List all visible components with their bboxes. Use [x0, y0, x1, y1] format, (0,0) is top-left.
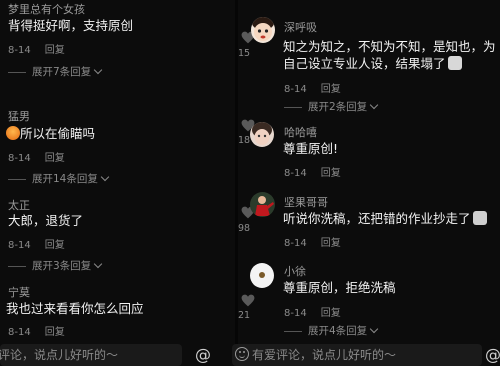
comment-text-row: 所以在偷瞄吗	[6, 125, 95, 142]
right-comment-pane: 15 深呼吸 知之为知之，不知为不知，是知也，为 自己设立专业人设，结果塌了 8…	[238, 0, 500, 340]
comment-meta: 8-14 回复	[284, 304, 341, 319]
mention-at-button[interactable]: @	[485, 344, 500, 366]
comment-date: 8-14	[8, 240, 31, 251]
smile-mouth	[239, 354, 245, 358]
reply-button[interactable]: 回复	[45, 327, 65, 338]
cat-emoji-icon	[447, 56, 462, 70]
comment-date: 8-14	[284, 308, 307, 319]
comment-meta: 8-14 回复	[284, 234, 341, 249]
comment-username[interactable]: 小徐	[284, 263, 306, 279]
smile-emoji-icon[interactable]	[235, 347, 249, 361]
chevron-down-icon	[369, 100, 379, 110]
user-avatar[interactable]	[251, 17, 275, 43]
comment-meta: 8-14 回复	[8, 323, 65, 338]
comment-text: 听说你洗稿，还把错的作业抄走了	[283, 211, 471, 226]
expand-replies-button[interactable]: 展开4条回复	[284, 323, 379, 338]
comment-text: 我也过来看看你怎么回应	[6, 301, 144, 316]
left-comment-pane: 梦里总有个女孩 背得挺好啊，支持原创 8-14 回复 展开7条回复 猛男 所以在偷…	[0, 0, 235, 340]
comment-text: 尊重原创，拒绝洗稿	[283, 280, 396, 295]
reply-button[interactable]: 回复	[45, 153, 65, 164]
reply-button[interactable]: 回复	[321, 308, 341, 319]
smile-eye-right	[243, 351, 245, 353]
comment-text: 所以在偷瞄吗	[20, 126, 96, 141]
expand-replies-button[interactable]: 展开7条回复	[8, 64, 103, 79]
user-avatar[interactable]	[250, 263, 274, 288]
expand-line-divider	[284, 330, 302, 332]
like-count: 98	[238, 223, 251, 234]
like-count: 18	[238, 135, 251, 146]
comment-input-placeholder: 评论，说点儿好听的～	[0, 348, 119, 362]
reply-button[interactable]: 回复	[321, 84, 341, 95]
user-avatar[interactable]	[250, 192, 275, 217]
expand-replies-label: 展开14条回复	[32, 173, 98, 185]
reply-button[interactable]: 回复	[321, 168, 341, 179]
expand-replies-label: 展开3条回复	[32, 260, 92, 272]
expand-replies-button[interactable]: 展开2条回复	[284, 99, 379, 114]
emoji-icon	[6, 126, 20, 140]
comment-text-row: 自己设立专业人设，结果塌了	[283, 55, 462, 72]
like-count: 21	[238, 310, 251, 321]
like-heart-icon[interactable]	[241, 294, 255, 307]
user-avatar[interactable]	[250, 122, 274, 147]
cat-emoji-icon	[472, 211, 487, 225]
expand-replies-label: 展开4条回复	[308, 325, 368, 337]
reply-button[interactable]: 回复	[45, 45, 65, 56]
avatar-face-icon	[252, 17, 274, 41]
comment-date: 8-14	[8, 153, 31, 164]
comment-username[interactable]: 猛男	[8, 108, 30, 124]
comment-text: 自己设立专业人设，结果塌了	[283, 56, 446, 71]
avatar-logo-icon	[259, 272, 265, 278]
expand-line-divider	[8, 71, 26, 73]
expand-line-divider	[8, 265, 26, 267]
comment-username[interactable]: 梦里总有个女孩	[8, 1, 85, 17]
avatar-person-icon	[250, 192, 275, 217]
comment-text: 知之为知之，不知为不知，是知也，为	[283, 39, 496, 54]
comment-date: 8-14	[284, 168, 307, 179]
comment-username[interactable]: 哈哈嘻	[284, 124, 317, 140]
comment-input-right[interactable]: 有爱评论，说点儿好听的～	[232, 344, 482, 366]
comment-date: 8-14	[284, 238, 307, 249]
expand-line-divider	[8, 178, 26, 180]
comment-meta: 8-14 回复	[8, 149, 65, 164]
comment-input-placeholder: 有爱评论，说点儿好听的～	[252, 348, 397, 362]
smile-eye-left	[239, 351, 241, 353]
chevron-down-icon	[369, 324, 379, 334]
expand-replies-button[interactable]: 展开14条回复	[8, 171, 110, 186]
mention-at-button[interactable]: @	[195, 344, 211, 366]
comment-date: 8-14	[8, 327, 31, 338]
reply-button[interactable]: 回复	[45, 240, 65, 251]
comment-date: 8-14	[284, 84, 307, 95]
comment-username[interactable]: 坚果哥哥	[284, 194, 328, 210]
comment-meta: 8-14 回复	[8, 41, 65, 56]
expand-replies-label: 展开7条回复	[32, 66, 92, 78]
comment-text: 背得挺好啊，支持原创	[8, 18, 134, 33]
expand-replies-label: 展开2条回复	[308, 101, 368, 113]
comment-username[interactable]: 深呼吸	[284, 19, 317, 35]
expand-replies-button[interactable]: 展开3条回复	[8, 258, 103, 273]
reply-button[interactable]: 回复	[321, 238, 341, 249]
avatar-face-icon	[252, 122, 272, 145]
chevron-down-icon	[100, 172, 110, 182]
comment-username[interactable]: 太正	[8, 197, 30, 213]
comment-meta: 8-14 回复	[284, 164, 341, 179]
like-count: 15	[238, 48, 251, 59]
comment-text-row: 听说你洗稿，还把错的作业抄走了	[283, 210, 487, 227]
comment-input-left[interactable]: 评论，说点儿好听的～	[0, 344, 182, 366]
chevron-down-icon	[93, 259, 103, 269]
comment-username[interactable]: 宁莫	[8, 284, 30, 300]
comment-text: 大郎，退货了	[8, 213, 84, 228]
chevron-down-icon	[93, 65, 103, 75]
comment-text: 尊重原创!	[283, 141, 339, 156]
comment-meta: 8-14 回复	[284, 80, 341, 95]
comment-date: 8-14	[8, 45, 31, 56]
comment-meta: 8-14 回复	[8, 236, 65, 251]
expand-line-divider	[284, 106, 302, 108]
